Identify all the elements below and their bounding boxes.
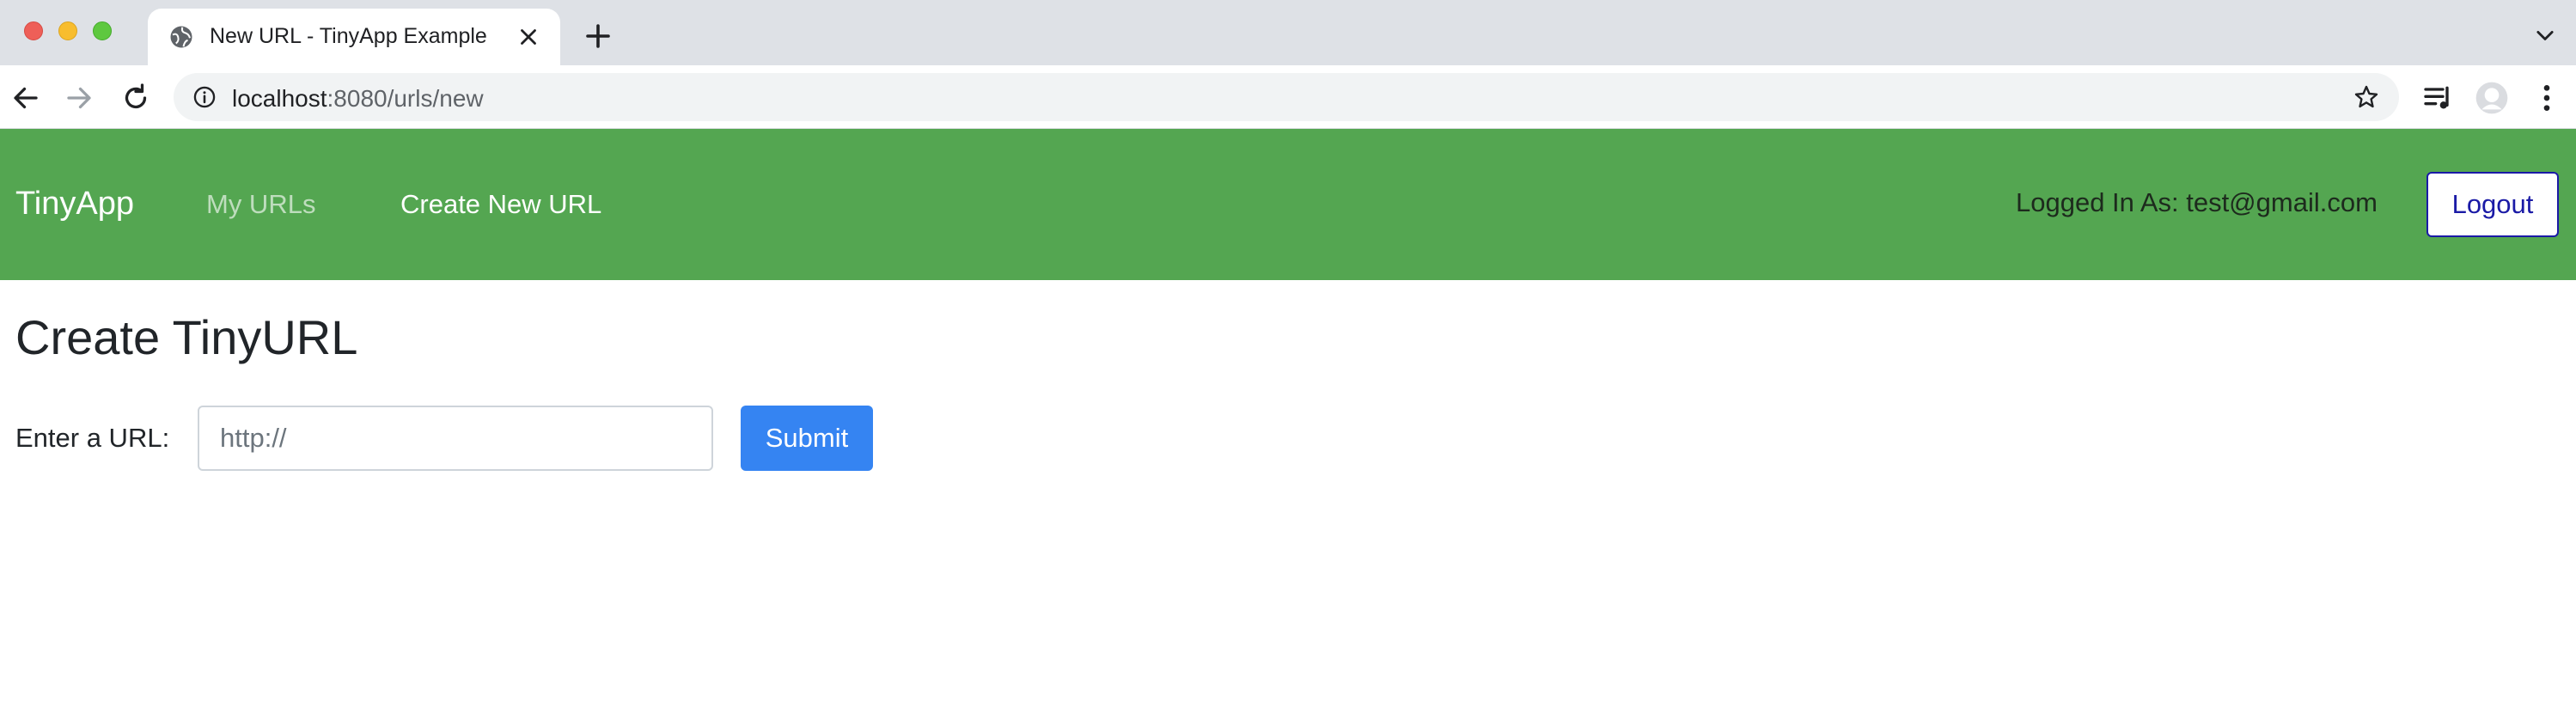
address-url: localhost:8080/urls/new [232, 85, 484, 113]
browser-tab-active[interactable]: New URL - TinyApp Example [148, 9, 560, 65]
reload-icon[interactable] [120, 82, 151, 113]
url-input[interactable] [198, 406, 713, 471]
window-close-button[interactable] [24, 21, 43, 40]
submit-button[interactable]: Submit [741, 406, 873, 471]
address-host: localhost [232, 85, 327, 112]
address-path: :8080/urls/new [327, 85, 484, 112]
profile-avatar-icon[interactable] [2475, 81, 2509, 115]
browser-tab-bar: New URL - TinyApp Example [0, 0, 2576, 65]
logout-button[interactable]: Logout [2426, 172, 2559, 237]
window-minimize-button[interactable] [58, 21, 77, 40]
browser-toolbar: localhost:8080/urls/new [0, 65, 2576, 129]
page-title: Create TinyURL [15, 310, 358, 364]
back-arrow-icon[interactable] [10, 82, 41, 113]
brand-logo[interactable]: TinyApp [15, 186, 134, 223]
globe-icon [170, 26, 192, 48]
more-vert-icon[interactable] [2530, 81, 2564, 115]
star-icon[interactable] [2353, 83, 2380, 111]
forward-arrow-icon[interactable] [64, 82, 95, 113]
tab-title: New URL - TinyApp Example [210, 24, 487, 48]
chevron-down-icon[interactable] [2533, 24, 2557, 48]
app-navbar: TinyApp My URLs Create New URL Logged In… [0, 129, 2576, 280]
address-bar[interactable]: localhost:8080/urls/new [174, 73, 2399, 121]
nav-link-my-urls[interactable]: My URLs [206, 189, 315, 220]
url-field-label: Enter a URL: [15, 423, 170, 453]
nav-link-create-new-url[interactable]: Create New URL [400, 189, 601, 220]
media-queue-icon[interactable] [2421, 81, 2456, 115]
window-maximize-button[interactable] [93, 21, 112, 40]
info-icon[interactable] [192, 85, 217, 109]
logged-in-status: Logged In As: test@gmail.com [2016, 187, 2378, 217]
plus-icon[interactable] [583, 21, 613, 52]
close-icon[interactable] [516, 24, 541, 50]
